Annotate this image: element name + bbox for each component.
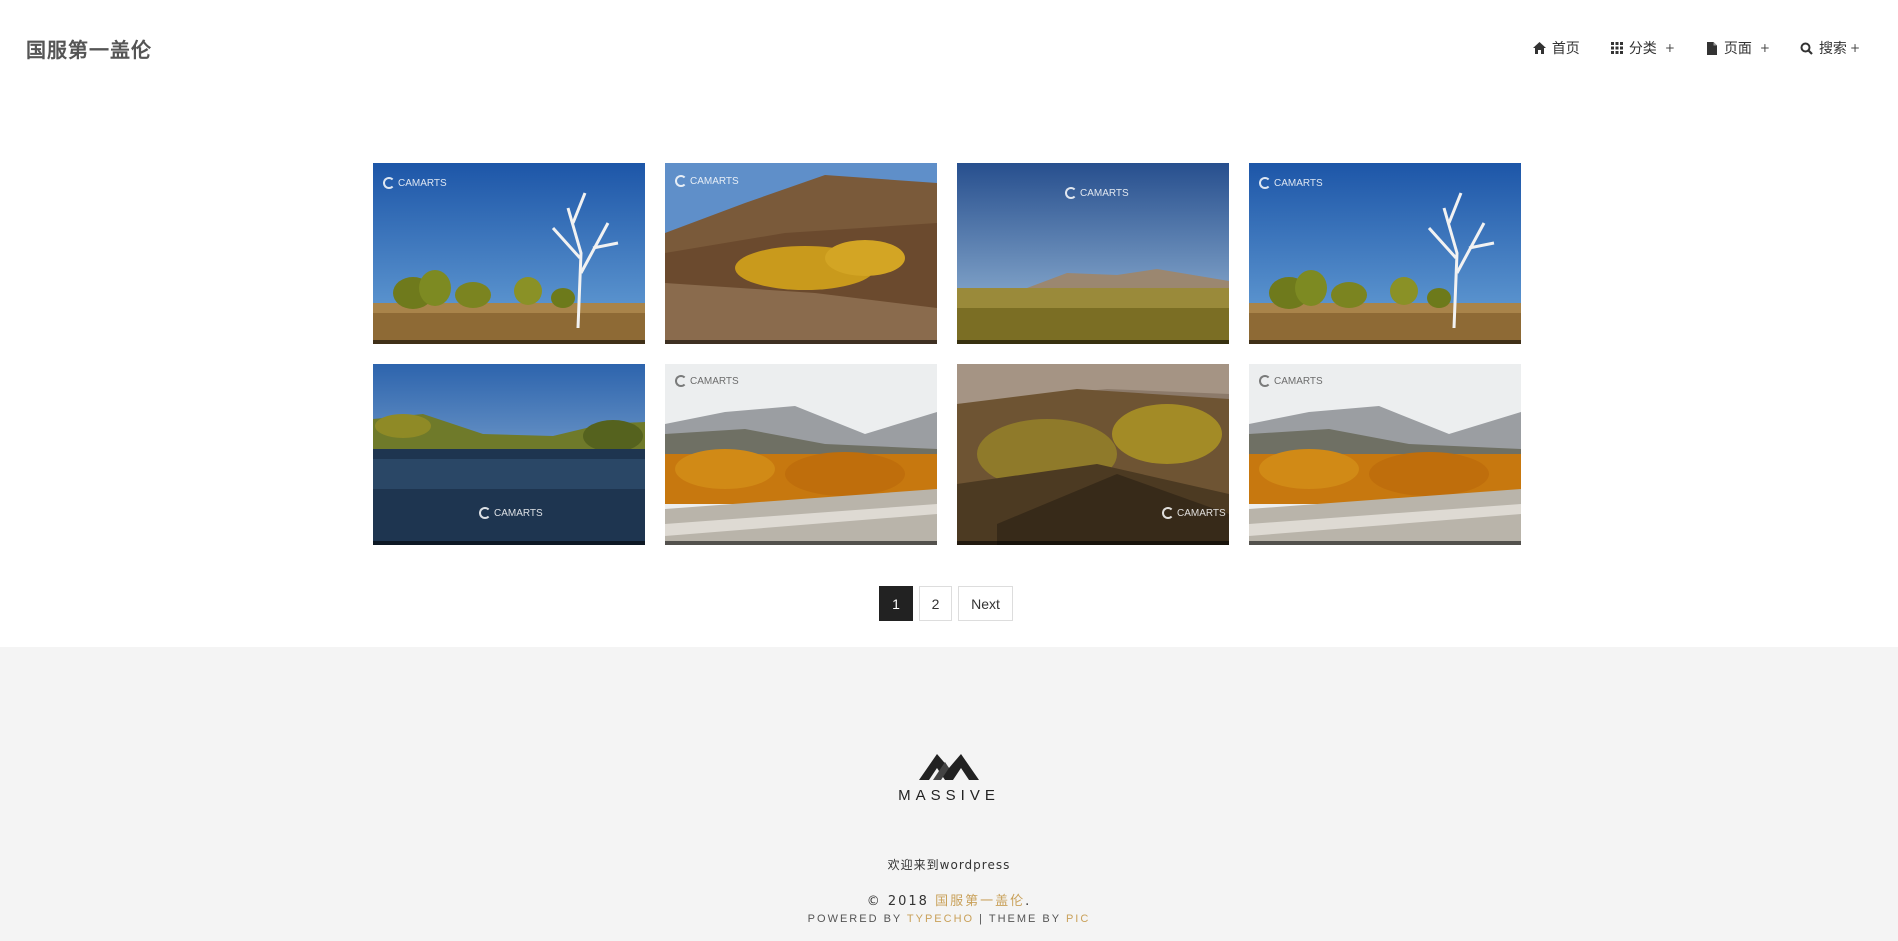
photo-white-tree [1249,163,1521,344]
search-icon [1800,41,1814,55]
home-icon [1533,41,1547,55]
nav-item-home[interactable]: 首页 [1533,38,1580,58]
gallery-photo[interactable]: CAMARTS [1249,364,1521,545]
watermark: CAMARTS [675,175,739,187]
theme-author-link[interactable]: PIC [1066,913,1090,925]
theme-prefix: THEME BY [988,913,1061,925]
exif-strip [373,541,645,545]
photo-white-tree [373,163,645,344]
gallery-photo[interactable]: CAMARTS [665,163,937,344]
powered-prefix: POWERED BY [807,913,903,925]
photo-gallery: CAMARTS CAMARTS CAMARTS CAMARTS CAMARTS … [373,163,1522,545]
gallery-photo[interactable]: CAMARTS [957,364,1229,545]
page-1-button[interactable]: 1 [879,586,913,621]
exif-strip [957,340,1229,344]
typecho-link[interactable]: TYPECHO [907,913,974,925]
gallery-photo[interactable]: CAMARTS [1249,163,1521,344]
site-title[interactable]: 国服第一盖伦 [26,34,152,63]
watermark: CAMARTS [1065,187,1129,199]
exif-strip [957,541,1229,545]
submenu-plus-icon: + [1759,41,1770,55]
site-footer: MASSIVE 欢迎来到wordpress © 2018 国服第一盖伦. POW… [0,647,1898,941]
watermark: CAMARTS [1259,177,1323,189]
watermark: CAMARTS [1162,507,1226,519]
exif-strip [665,541,937,545]
submenu-plus-icon: + [1849,41,1860,55]
photo-autumn-valley [1249,364,1521,545]
nav-item-pages[interactable]: 页面 + [1705,38,1770,58]
massive-logo-icon [919,754,979,780]
nav-item-label: 分类 [1628,41,1657,57]
watermark: CAMARTS [675,375,739,387]
grid-icon [1610,41,1624,55]
watermark: CAMARTS [383,177,447,189]
exif-strip [373,340,645,344]
exif-strip [665,340,937,344]
gallery-photo[interactable]: CAMARTS [373,163,645,344]
nav-item-label: 搜索 [1818,41,1847,57]
gallery-photo[interactable]: CAMARTS [957,163,1229,344]
watermark: CAMARTS [1259,375,1323,387]
copyright-suffix: . [1025,894,1032,909]
photo-golden-hillside [665,163,937,344]
nav-item-search[interactable]: 搜索 + [1800,38,1860,58]
gallery-photo[interactable]: CAMARTS [665,364,937,545]
footer-copyright: © 2018 国服第一盖伦. [0,890,1898,909]
footer-welcome: 欢迎来到wordpress [887,858,1011,872]
photo-autumn-valley [665,364,937,545]
nav-item-label: 页面 [1723,41,1752,57]
footer-powered: POWERED BY TYPECHO | THEME BY PIC [0,913,1898,925]
submenu-plus-icon: + [1664,41,1675,55]
copyright-prefix: © 2018 [866,894,929,909]
file-icon [1705,41,1719,55]
exif-strip [1249,340,1521,344]
nav-item-category[interactable]: 分类 + [1610,38,1675,58]
page-2-button[interactable]: 2 [919,586,952,621]
next-page-button[interactable]: Next [958,586,1013,621]
footer-brand: MASSIVE [898,787,1000,804]
copyright-site-link[interactable]: 国服第一盖伦 [935,894,1025,909]
exif-strip [1249,541,1521,545]
gallery-photo[interactable]: CAMARTS [373,364,645,545]
footer-separator: | [979,913,985,925]
watermark: CAMARTS [479,507,543,519]
main-nav: 首页 分类 + 页面 + 搜索 + [1503,38,1860,58]
nav-item-label: 首页 [1551,41,1580,57]
pagination: 1 2 Next [879,586,1019,621]
site-header: 国服第一盖伦 首页 分类 + 页面 + 搜索 + [0,0,1898,95]
